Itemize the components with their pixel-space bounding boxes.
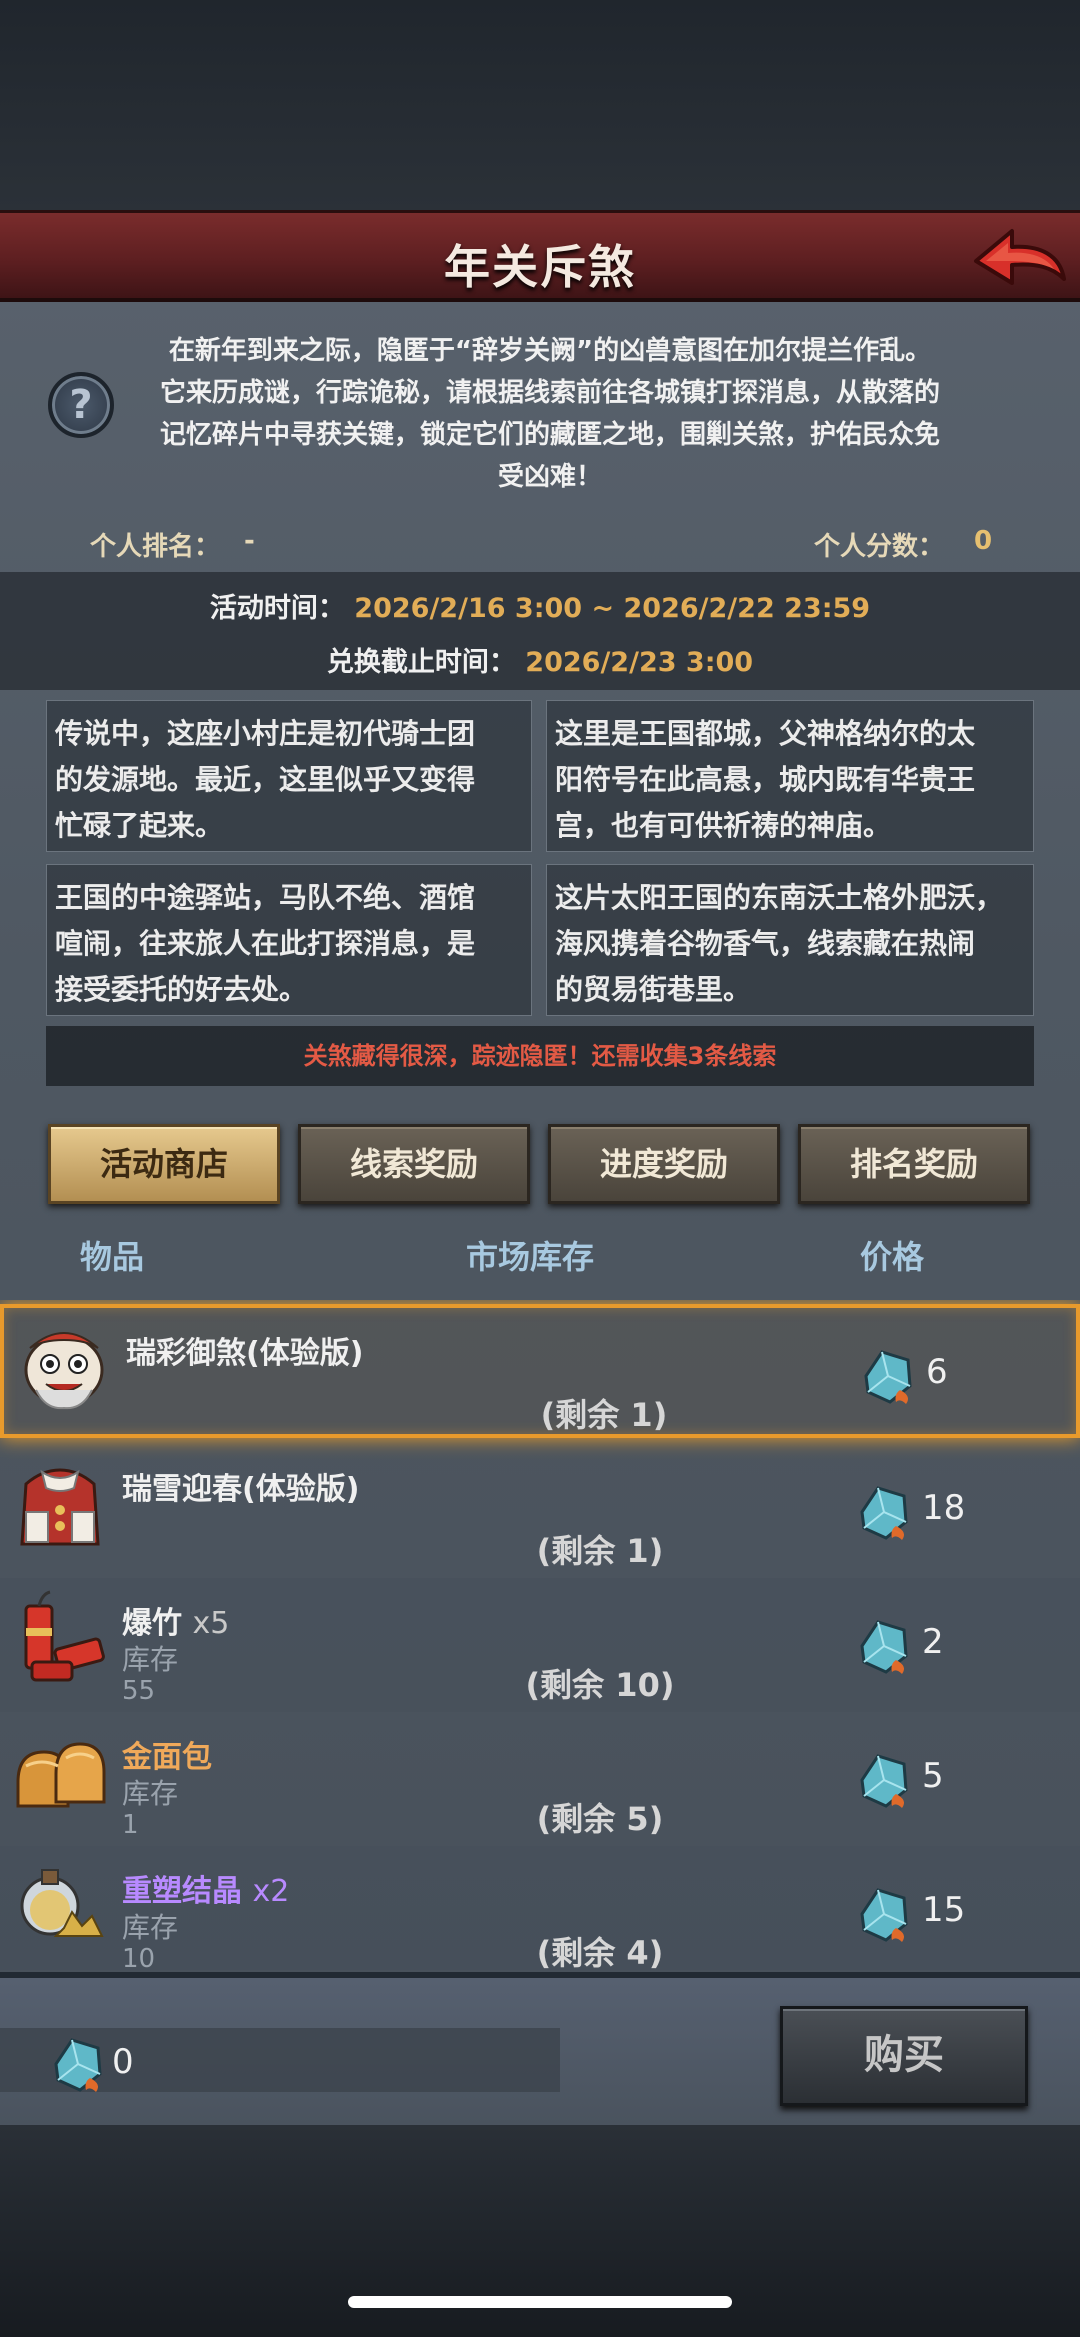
item-remaining: (剩余 10)	[525, 1666, 675, 1704]
item-price: 6	[926, 1352, 948, 1392]
page-title: 年关斥煞	[444, 240, 636, 294]
exchange-deadline-label: 兑换截止时间：	[326, 647, 516, 678]
description-line: 记忆碎片中寻获关键，锁定它们的藏匿之地，围剿关煞，护佑民众免	[159, 420, 940, 450]
item-stock-value: 1	[122, 1810, 139, 1840]
clue-card[interactable]: 这片太阳王国的东南沃土格外肥沃， 海风携着谷物香气，线索藏在热闹 的贸易街巷里。	[546, 864, 1034, 1016]
clue-line: 这片太阳王国的东南沃土格外肥沃，	[555, 881, 1004, 914]
clue-line: 宫，也有可供祈祷的神庙。	[555, 809, 892, 842]
firecracker-icon	[24, 1590, 105, 1682]
event-time-value: 2026/2/16 3:00 ~ 2026/2/22 23:59	[354, 593, 871, 624]
personal-score-value: 0	[974, 526, 993, 556]
clue-line: 王国的中途驿站，马队不绝、酒馆	[55, 881, 476, 914]
help-icon[interactable]: ?	[48, 372, 114, 438]
item-stock-label: 库存	[122, 1643, 179, 1676]
lion-dance-icon	[24, 1332, 104, 1410]
item-stock-value: 55	[122, 1676, 156, 1706]
item-price: 5	[922, 1756, 944, 1796]
item-name: 爆竹 x5	[122, 1606, 230, 1641]
column-header-price: 价格	[860, 1238, 925, 1276]
shop-item-row[interactable]: 爆竹 x5 库存 55 (剩余 10) 2	[0, 1578, 1080, 1712]
clue-line: 传说中，这座小村庄是初代骑士团	[55, 717, 476, 750]
bread-icon	[16, 1742, 106, 1808]
shop-item-row[interactable]: 瑞雪迎春(体验版) (剩余 1) 18	[0, 1444, 1080, 1578]
rank-score-row: 个人排名： - 个人分数： 0	[0, 518, 1080, 568]
item-name: 瑞雪迎春(体验版)	[122, 1472, 360, 1507]
item-name: 瑞彩御煞(体验版)	[126, 1336, 364, 1371]
clue-line: 的贸易街巷里。	[555, 973, 752, 1006]
item-remaining: (剩余 1)	[540, 1396, 668, 1434]
crystal-currency-icon	[860, 1754, 908, 1808]
crystal-currency-icon	[54, 2038, 102, 2092]
crystal-currency-icon	[860, 1620, 908, 1674]
crystal-currency-icon	[860, 1888, 908, 1942]
tab-event-shop[interactable]: 活动商店	[48, 1124, 280, 1204]
clue-status-notice: 关煞藏得很深，踪迹隐匿！还需收集3条线索	[46, 1026, 1034, 1086]
clue-line: 海风携着谷物香气，线索藏在热闹	[555, 927, 976, 960]
home-indicator[interactable]	[348, 2296, 732, 2308]
description-line: 在新年到来之际，隐匿于“辞岁关阙”的凶兽意图在加尔提兰作乱。	[168, 336, 932, 366]
crystal-flask-icon	[20, 1869, 104, 1937]
tab-progress-rewards[interactable]: 进度奖励	[548, 1124, 780, 1204]
item-remaining: (剩余 1)	[536, 1532, 664, 1570]
personal-rank-value: -	[244, 526, 255, 556]
item-remaining: (剩余 4)	[536, 1934, 664, 1970]
item-price: 18	[922, 1488, 966, 1528]
item-name: 金面包	[122, 1740, 212, 1775]
item-remaining: (剩余 5)	[536, 1800, 664, 1838]
item-price: 2	[922, 1622, 944, 1662]
personal-score-label: 个人分数：	[814, 532, 945, 562]
exchange-deadline: 兑换截止时间： 2026/2/23 3:00	[0, 640, 1080, 679]
description-line: 受凶难！	[497, 462, 602, 492]
tab-ranking-rewards[interactable]: 排名奖励	[798, 1124, 1030, 1204]
clue-card[interactable]: 这里是王国都城，父神格纳尔的太 阳符号在此高悬，城内既有华贵王 宫，也有可供祈祷…	[546, 700, 1034, 852]
description-line: 它来历成谜，行踪诡秘，请根据线索前往各城镇打探消息，从散落的	[159, 378, 940, 408]
currency-balance: 0	[112, 2042, 134, 2082]
clue-line: 喧闹，往来旅人在此打探消息，是	[55, 927, 476, 960]
event-time: 活动时间： 2026/2/16 3:00 ~ 2026/2/22 23:59	[0, 586, 1080, 625]
shop-item-list[interactable]: 瑞彩御煞(体验版) (剩余 1) 6 瑞雪迎春(体验版) (剩余 1) 18 爆…	[0, 1300, 1080, 1970]
shop-item-row[interactable]: 重塑结晶 x2 库存 10 (剩余 4) 15	[0, 1846, 1080, 1970]
clue-line: 阳符号在此高悬，城内既有华贵王	[555, 763, 976, 796]
personal-rank-label: 个人排名：	[90, 532, 221, 562]
clue-line: 的发源地。最近，这里似乎又变得	[55, 763, 476, 796]
crystal-currency-icon	[864, 1350, 912, 1404]
top-backdrop	[0, 0, 1080, 210]
clue-line: 接受委托的好去处。	[55, 973, 308, 1006]
time-info-band: 活动时间： 2026/2/16 3:00 ~ 2026/2/22 23:59 兑…	[0, 572, 1080, 690]
back-arrow-icon[interactable]	[968, 223, 1068, 299]
column-header-item: 物品	[80, 1238, 145, 1276]
item-price: 15	[922, 1890, 966, 1930]
clue-card[interactable]: 传说中，这座小村庄是初代骑士团 的发源地。最近，这里似乎又变得 忙碌了起来。	[46, 700, 532, 852]
item-stock-label: 库存	[122, 1911, 179, 1944]
column-header-stock: 市场库存	[466, 1238, 595, 1276]
title-bar: 年关斥煞	[0, 210, 1080, 302]
exchange-deadline-value: 2026/2/23 3:00	[525, 647, 754, 678]
item-stock-value: 10	[122, 1944, 156, 1970]
clue-card[interactable]: 王国的中途驿站，马队不绝、酒馆 喧闹，往来旅人在此打探消息，是 接受委托的好去处…	[46, 864, 532, 1016]
event-description: 在新年到来之际，隐匿于“辞岁关阙”的凶兽意图在加尔提兰作乱。 它来历成谜，行踪诡…	[120, 330, 980, 498]
clue-line: 忙碌了起来。	[55, 809, 224, 842]
shop-item-row[interactable]: 金面包 库存 1 (剩余 5) 5	[0, 1712, 1080, 1846]
tab-clue-rewards[interactable]: 线索奖励	[298, 1124, 530, 1204]
clue-line: 这里是王国都城，父神格纳尔的太	[555, 717, 976, 750]
crystal-currency-icon	[860, 1486, 908, 1540]
red-costume-icon	[20, 1468, 100, 1546]
item-name: 重塑结晶 x2	[122, 1874, 290, 1909]
event-time-label: 活动时间：	[209, 593, 345, 624]
buy-button[interactable]: 购买	[780, 2006, 1028, 2106]
shop-item-row[interactable]: 瑞彩御煞(体验版) (剩余 1) 6	[0, 1304, 1080, 1438]
item-stock-label: 库存	[122, 1777, 179, 1810]
purchase-footer: 0 购买	[0, 1972, 1080, 2125]
